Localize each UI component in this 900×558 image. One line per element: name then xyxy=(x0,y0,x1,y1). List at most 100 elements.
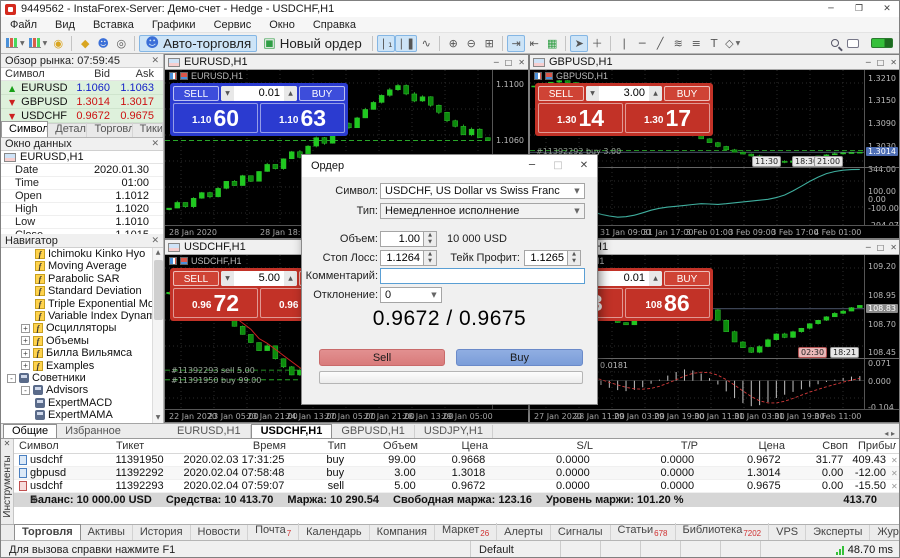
navigator-tab-Избранное[interactable]: Избранное xyxy=(57,425,129,438)
chart-minimize-button[interactable]: ─ xyxy=(866,58,871,67)
expand-plus-icon[interactable]: + xyxy=(21,349,30,358)
toolbox-tab-Библиотека[interactable]: Библиотека7202 xyxy=(676,523,770,540)
menu-Графики[interactable]: Графики xyxy=(143,17,205,33)
zoom-in-icon[interactable]: ⊕ xyxy=(444,35,462,52)
autotrade-button[interactable]: ☻ Авто-торговля xyxy=(139,35,257,52)
trade-table-row[interactable]: usdchf113922932020.02.04 07:59:07sell5.0… xyxy=(14,480,900,493)
navigator-scrollbar[interactable]: ▲ ▼ xyxy=(152,248,163,423)
horizontal-line-icon[interactable]: ─ xyxy=(633,35,651,52)
sell-price-tile[interactable]: 1.3014 xyxy=(538,103,623,133)
menu-Справка[interactable]: Справка xyxy=(304,17,365,33)
trade-table-row[interactable]: usdchf113919502020.02.03 17:31:25buy99.0… xyxy=(14,454,900,467)
menu-Файл[interactable]: Файл xyxy=(1,17,46,33)
new-order-button[interactable]: ▣ Новый ордер xyxy=(257,35,368,52)
crosshair-icon[interactable]: ＋ xyxy=(588,35,606,52)
toolbox-tab-Журнал[interactable]: Журнал xyxy=(870,525,900,540)
navigator-item-Parabolic SAR[interactable]: fParabolic SAR xyxy=(1,273,151,285)
market-watch-row[interactable]: ▲EURUSD1.10601.1063 xyxy=(1,81,163,95)
trade-table-row[interactable]: gbpusd113922922020.02.04 07:58:48buy3.00… xyxy=(14,467,900,480)
toolbox-tab-Торговля[interactable]: Торговля xyxy=(14,524,81,540)
cursor-icon[interactable]: ➤ xyxy=(570,35,588,52)
profiles-icon[interactable]: ▼ xyxy=(27,35,50,52)
data-window-icon[interactable]: ◆ xyxy=(76,35,94,52)
close-position-icon[interactable]: ✕ xyxy=(891,469,900,478)
expand-plus-icon[interactable]: + xyxy=(21,324,30,333)
one-click-buy-button[interactable]: BUY xyxy=(664,271,710,286)
chart-tab-EURUSD,H1[interactable]: EURUSD,H1 xyxy=(168,425,251,438)
shapes-tool-icon[interactable]: ◇▼ xyxy=(723,35,742,52)
stop-loss-input[interactable] xyxy=(380,250,424,266)
market-watch-col-header[interactable]: Ask xyxy=(114,68,158,80)
one-click-volume-stepper[interactable]: ▼5.00▲ xyxy=(221,271,297,286)
one-click-volume-stepper[interactable]: ▼0.01▲ xyxy=(221,86,297,101)
dialog-minimize-button[interactable]: ─ xyxy=(519,155,545,177)
collapse-minus-icon[interactable]: - xyxy=(21,386,30,395)
volume-up-icon[interactable]: ▲ xyxy=(284,271,297,286)
buy-price-tile[interactable]: 10886 xyxy=(625,288,710,318)
column-header-Время[interactable]: Время xyxy=(181,440,291,452)
chart-close-button[interactable]: ✕ xyxy=(890,58,897,67)
take-profit-input[interactable] xyxy=(524,250,568,266)
volume-spin-buttons[interactable]: ▲▼ xyxy=(424,231,437,247)
navigator-item-Осцилляторы[interactable]: +fОсцилляторы xyxy=(1,322,151,334)
navigator-item-ExpertMACD[interactable]: ExpertMACD xyxy=(1,397,151,409)
chart-minimize-button[interactable]: ─ xyxy=(866,243,871,252)
volume-stepper[interactable]: ▲▼ xyxy=(380,231,437,247)
market-watch-tab-Торговля[interactable]: Торговля xyxy=(87,122,132,137)
navigator-item-Объемы[interactable]: +fОбъемы xyxy=(1,335,151,347)
market-watch-col-header[interactable]: Символ xyxy=(1,68,64,80)
one-click-sell-button[interactable]: SELL xyxy=(538,86,584,101)
chart-shift-end-icon[interactable]: ⇥ xyxy=(507,35,525,52)
chart-tabs-scroll-arrows[interactable]: ◂ ▸ xyxy=(884,429,900,438)
collapse-minus-icon[interactable]: - xyxy=(7,374,16,383)
auto-scroll-icon[interactable]: ⇤ xyxy=(525,35,543,52)
navigator-item-Advisors[interactable]: -Advisors xyxy=(1,384,151,396)
column-header-Тикет[interactable]: Тикет xyxy=(111,440,181,452)
menu-Вставка[interactable]: Вставка xyxy=(84,17,143,33)
navigator-item-ExpertMAMA[interactable]: ExpertMAMA xyxy=(1,409,151,421)
new-chart-icon[interactable]: ▼ xyxy=(4,35,27,52)
data-window-close-icon[interactable]: ✕ xyxy=(151,139,159,149)
close-position-icon[interactable]: ✕ xyxy=(891,456,900,465)
chart-window-titlebar[interactable]: GBPUSD,H1─□✕ xyxy=(530,55,900,70)
navigator-item-Ichimoku Kinko Hyo[interactable]: fIchimoku Kinko Hyo xyxy=(1,248,151,260)
toolbox-tab-Маркет[interactable]: Маркет26 xyxy=(435,523,497,540)
order-type-select[interactable]: Немедленное исполнение ▼ xyxy=(380,203,585,219)
column-header-Прибыль[interactable]: Прибыль xyxy=(853,440,896,452)
toolbox-vertical-tab[interactable]: Инструменты xyxy=(2,449,13,524)
navigator-item-Standard Deviation[interactable]: fStandard Deviation xyxy=(1,285,151,297)
dialog-maximize-button[interactable]: □ xyxy=(545,155,571,177)
expand-balance-icon[interactable]: ⊕ xyxy=(30,495,38,506)
market-watch-tab-Тики[interactable]: Тики xyxy=(133,122,163,137)
chart-tab-GBPUSD,H1[interactable]: GBPUSD,H1 xyxy=(332,425,415,438)
channel-icon[interactable]: ≡ xyxy=(687,35,705,52)
trendline-icon[interactable]: ╱ xyxy=(651,35,669,52)
market-watch-row[interactable]: ▼GBPUSD1.30141.3017 xyxy=(1,95,163,109)
market-watch-col-header[interactable]: Bid xyxy=(64,68,114,80)
order-dialog-titlebar[interactable]: Ордер ─ □ ✕ xyxy=(302,155,597,177)
navigator-tab-Общие[interactable]: Общие xyxy=(3,424,57,438)
column-header-Своп[interactable]: Своп xyxy=(790,440,853,452)
toolbox-close-icon[interactable]: ✕ xyxy=(1,439,13,448)
chart-maximize-button[interactable]: □ xyxy=(877,243,885,252)
column-header-Цена[interactable]: Цена xyxy=(703,440,790,452)
close-position-icon[interactable]: ✕ xyxy=(891,482,900,491)
one-click-sell-button[interactable]: SELL xyxy=(173,271,219,286)
chart-tab-USDCHF,H1[interactable]: USDCHF,H1 xyxy=(251,424,333,438)
toolbox-tab-История[interactable]: История xyxy=(133,525,191,540)
market-watch-close-icon[interactable]: ✕ xyxy=(151,56,159,66)
take-profit-stepper[interactable]: ▲▼ xyxy=(524,250,581,266)
status-profile[interactable]: Default xyxy=(471,541,561,558)
toolbox-tab-Активы[interactable]: Активы xyxy=(81,525,133,540)
toolbox-tab-Календарь[interactable]: Календарь xyxy=(299,525,370,540)
volume-up-icon[interactable]: ▲ xyxy=(649,271,662,286)
volume-down-icon[interactable]: ▼ xyxy=(221,271,234,286)
volume-down-icon[interactable]: ▼ xyxy=(586,86,599,101)
chart-maximize-button[interactable]: □ xyxy=(877,58,885,67)
navigator-item-Triple Exponential Movin[interactable]: fTriple Exponential Movin xyxy=(1,298,151,310)
bar-chart-icon[interactable]: ❘₁ xyxy=(377,35,395,52)
toolbox-tab-Статьи[interactable]: Статьи678 xyxy=(611,523,676,540)
window-minimize-button[interactable]: ─ xyxy=(817,1,845,17)
one-click-buy-button[interactable]: BUY xyxy=(664,86,710,101)
one-click-volume-stepper[interactable]: ▼3.00▲ xyxy=(586,86,662,101)
